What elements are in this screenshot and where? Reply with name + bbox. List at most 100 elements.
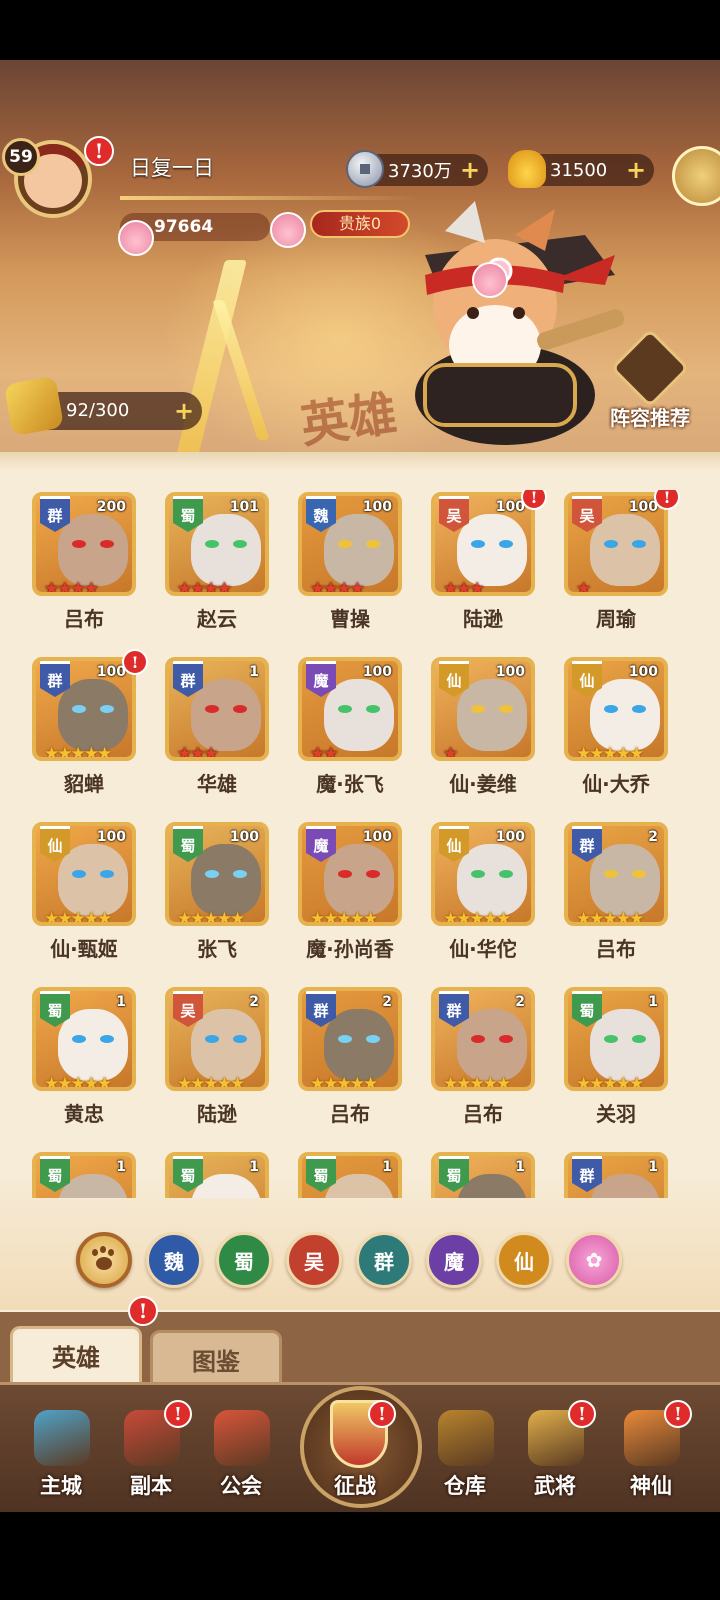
hero-eye <box>338 870 352 878</box>
hero-card[interactable]: 仙 100 ★★★★★ 仙·华佗 <box>429 820 537 970</box>
hero-card[interactable]: 蜀 1 ★★★★★ 黄忠 <box>30 985 138 1135</box>
hero-eye <box>632 1035 646 1043</box>
gold-ingot-icon <box>508 150 546 188</box>
nav-item[interactable]: 主城 <box>16 1410 106 1510</box>
add-silver-button[interactable]: + <box>458 158 482 182</box>
hero-card[interactable]: 群 1 ★★★ 华雄 <box>163 655 271 805</box>
hero-card[interactable]: 群 2 ★★★★★ 吕布 <box>296 985 404 1135</box>
hero-card[interactable]: 蜀1 <box>30 1150 138 1198</box>
hero-face <box>590 514 660 586</box>
nav-item[interactable]: 副本! <box>106 1400 196 1510</box>
nav-item[interactable]: 武将! <box>510 1400 600 1510</box>
hero-face <box>457 844 527 916</box>
nav-item[interactable]: 神仙! <box>606 1400 696 1510</box>
hero-name: 仙·华佗 <box>449 937 517 961</box>
tab-codex[interactable]: 图鉴 <box>150 1330 282 1388</box>
nav-item[interactable]: 征战! <box>310 1400 400 1510</box>
hero-card[interactable]: 蜀 1 ★★★★★ 关羽 <box>562 985 670 1135</box>
featured-hero-illustration[interactable] <box>385 195 625 445</box>
gold-currency[interactable]: 31500 + <box>508 150 654 188</box>
hero-eye <box>205 540 219 548</box>
hero-level: 100 <box>495 829 525 845</box>
hero-card[interactable]: 仙 100 ★★★★★ 仙·甄姬 <box>30 820 138 970</box>
hero-eye <box>471 1035 485 1043</box>
card-deck-icon <box>610 328 690 408</box>
filter-all-button[interactable] <box>76 1232 132 1288</box>
hero-portrait: 蜀 1 ★★★★★ <box>564 987 668 1091</box>
hero-name: 仙·姜维 <box>449 772 517 796</box>
player-name[interactable]: 日复一日 <box>130 152 214 182</box>
hero-face <box>58 844 128 916</box>
hero-card[interactable]: 蜀1 <box>296 1150 404 1198</box>
hero-card[interactable]: 仙 100 ★ 仙·姜维 <box>429 655 537 805</box>
hero-eye <box>338 705 352 713</box>
nav-item[interactable]: 仓库 <box>420 1410 510 1510</box>
hero-level: 100 <box>495 499 525 515</box>
hero-portrait: 群 1 ★★★ <box>165 657 269 761</box>
nav-item[interactable]: 公会 <box>196 1410 286 1510</box>
hero-eye <box>632 540 646 548</box>
silver-currency[interactable]: 3730万 + <box>346 150 488 188</box>
hero-face <box>457 1009 527 1081</box>
hero-card[interactable]: 吴 100 ★★★ 陆逊! <box>429 490 547 640</box>
hero-name: 仙·大乔 <box>582 772 650 796</box>
noble-rank-badge[interactable]: 贵族0 <box>310 210 410 238</box>
star-rating: ★★★★★ <box>310 1074 378 1091</box>
hero-level: 2 <box>515 994 525 1010</box>
avatar-alert-icon: ! <box>84 136 114 166</box>
hero-eye <box>100 705 114 713</box>
filter-faction-button[interactable]: 吴 <box>286 1232 342 1288</box>
hero-level: 1 <box>515 1159 525 1175</box>
hero-eye <box>632 705 646 713</box>
hero-portrait: 群 100 ★★★★★ <box>32 657 136 761</box>
hero-portrait: 群 200 ★★★★ <box>32 492 136 596</box>
hero-card[interactable]: 魔 100 ★★ 魔·张飞 <box>296 655 404 805</box>
hero-card[interactable]: 魏 100 ★★★★ 曹操 <box>296 490 404 640</box>
hero-eye <box>205 870 219 878</box>
filter-faction-button[interactable]: 群 <box>356 1232 412 1288</box>
hero-level: 101 <box>229 499 259 515</box>
hero-eye <box>366 1035 380 1043</box>
hero-level: 1 <box>648 1159 658 1175</box>
nav-label: 征战 <box>334 1474 376 1498</box>
filter-faction-button[interactable]: 仙 <box>496 1232 552 1288</box>
hero-card[interactable]: 蜀 100 ★★★★★ 张飞 <box>163 820 271 970</box>
hero-face <box>324 1009 394 1081</box>
hero-capacity[interactable]: 92/300 + <box>3 375 202 437</box>
tab-heroes[interactable]: 英雄 <box>10 1326 142 1388</box>
hero-level: 100 <box>495 664 525 680</box>
hero-portrait: 仙 100 ★ <box>431 657 535 761</box>
hero-name: 关羽 <box>596 1102 636 1126</box>
hero-face <box>58 1009 128 1081</box>
hero-name: 吕布 <box>463 1102 503 1126</box>
hero-level: 1 <box>249 1159 259 1175</box>
filter-faction-button[interactable]: 蜀 <box>216 1232 272 1288</box>
hero-card[interactable]: 吴 100 ★ 周瑜! <box>562 490 680 640</box>
filter-faction-button[interactable]: 魏 <box>146 1232 202 1288</box>
expand-capacity-button[interactable]: + <box>172 399 196 423</box>
filter-faction-button[interactable]: 魔 <box>426 1232 482 1288</box>
hero-card[interactable]: 魔 100 ★★★★★ 魔·孙尚香 <box>296 820 404 970</box>
hero-card[interactable]: 吴 2 ★★★★★ 陆逊 <box>163 985 271 1135</box>
hero-grid: 群 200 ★★★★ 吕布蜀 101 ★★★★ 赵云魏 100 ★★★★ 曹操吴 100 ★★★ 陆逊!… <box>30 490 690 1198</box>
hero-level: 1 <box>382 1159 392 1175</box>
lineup-recommend-button[interactable]: 阵容推荐 <box>590 328 710 440</box>
hero-card[interactable]: 蜀 101 ★★★★ 赵云 <box>163 490 271 640</box>
add-gold-button[interactable]: + <box>624 158 648 182</box>
hero-card[interactable]: 群 2 ★★★★★ 吕布 <box>562 820 670 970</box>
star-rating: ★★★★★ <box>177 1074 245 1091</box>
hero-level: 1 <box>249 664 259 680</box>
hero-eye <box>233 540 247 548</box>
hero-card[interactable]: 蜀1 <box>163 1150 271 1198</box>
hero-card[interactable]: 群 2 ★★★★★ 吕布 <box>429 985 537 1135</box>
hero-level: 100 <box>362 664 392 680</box>
nav-label: 公会 <box>220 1474 262 1498</box>
hero-card[interactable]: 群 200 ★★★★ 吕布 <box>30 490 138 640</box>
paw-icon <box>472 262 508 298</box>
filter-special-button[interactable]: ✿ <box>566 1232 622 1288</box>
hero-card[interactable]: 群1 <box>562 1150 670 1198</box>
star-rating: ★★★★★ <box>310 909 378 926</box>
hero-card[interactable]: 仙 100 ★★★★★ 仙·大乔 <box>562 655 670 805</box>
hero-card[interactable]: 群 100 ★★★★★ 貂蝉! <box>30 649 148 805</box>
hero-card[interactable]: 蜀1 <box>429 1150 537 1198</box>
